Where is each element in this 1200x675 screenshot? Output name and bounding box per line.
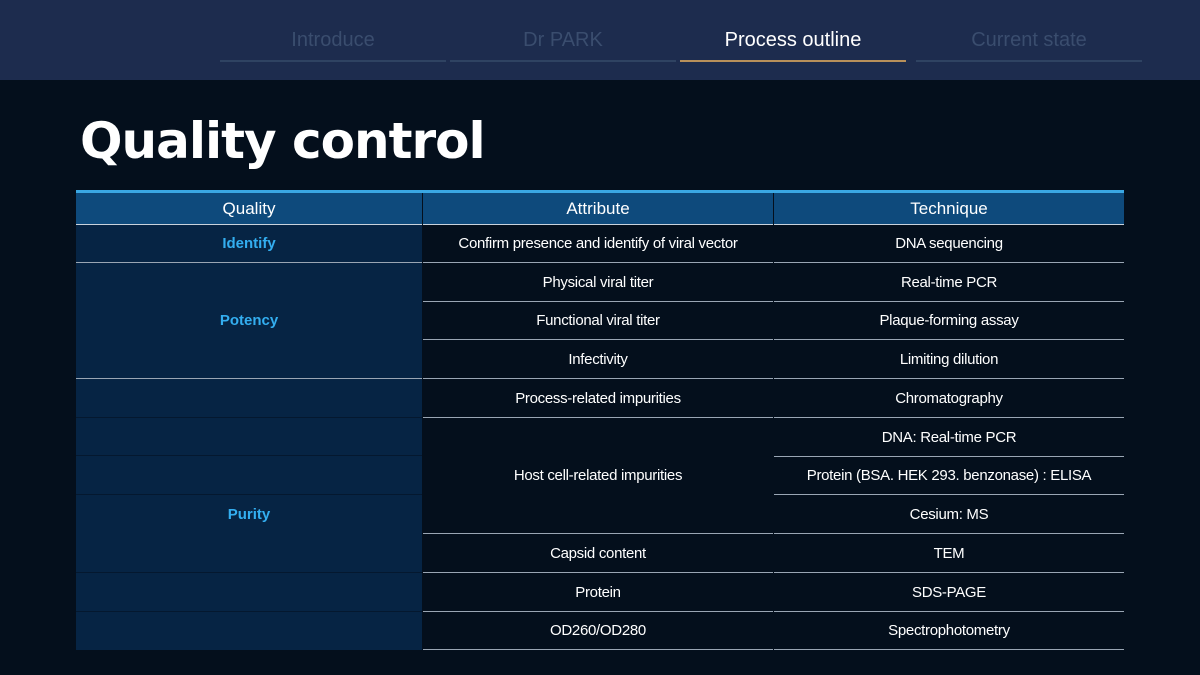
column-header-attribute: Attribute: [423, 193, 773, 225]
technique-cell: Spectrophotometry: [774, 612, 1124, 650]
technique-cell: Cesium: MS: [774, 495, 1124, 534]
technique-cell: Real-time PCR: [774, 263, 1124, 302]
purity-row-divider: [76, 379, 422, 418]
tab-process-outline[interactable]: Process outline: [680, 24, 906, 62]
attribute-cell: Protein: [423, 573, 773, 612]
column-header-technique: Technique: [774, 193, 1124, 225]
column-header-quality: Quality: [76, 193, 422, 225]
top-navigation-bar: Introduce Dr PARK Process outline Curren…: [0, 0, 1200, 80]
quality-potency: Potency: [76, 263, 422, 379]
quality-identify: Identify: [76, 225, 422, 263]
technique-cell: DNA sequencing: [774, 225, 1124, 263]
purity-row-divider: [76, 573, 422, 612]
attribute-cell: OD260/OD280: [423, 612, 773, 650]
purity-row-divider: [76, 418, 422, 456]
tab-dr-park[interactable]: Dr PARK: [450, 24, 676, 62]
tab-introduce[interactable]: Introduce: [220, 24, 446, 62]
attribute-cell: Process-related impurities: [423, 379, 773, 418]
attribute-cell: Capsid content: [423, 534, 773, 573]
attribute-cell: Infectivity: [423, 340, 773, 379]
page-title: Quality control: [80, 112, 486, 170]
technique-cell: SDS-PAGE: [774, 573, 1124, 612]
attribute-cell: Confirm presence and identify of viral v…: [423, 225, 773, 263]
purity-row-divider: [76, 534, 422, 573]
technique-cell: DNA: Real-time PCR: [774, 418, 1124, 457]
technique-cell: Limiting dilution: [774, 340, 1124, 379]
technique-cell: Plaque-forming assay: [774, 302, 1124, 340]
quality-control-table: Quality Attribute Technique Identify Pot…: [76, 190, 1124, 650]
tab-current-state[interactable]: Current state: [916, 24, 1142, 62]
technique-cell: TEM: [774, 534, 1124, 573]
technique-cell: Chromatography: [774, 379, 1124, 418]
attribute-cell: Host cell-related impurities: [423, 418, 773, 534]
purity-row-divider: [76, 456, 422, 495]
attribute-cell: Functional viral titer: [423, 302, 773, 340]
technique-cell: Protein (BSA. HEK 293. benzonase) : ELIS…: [774, 457, 1124, 495]
attribute-cell: Physical viral titer: [423, 263, 773, 302]
